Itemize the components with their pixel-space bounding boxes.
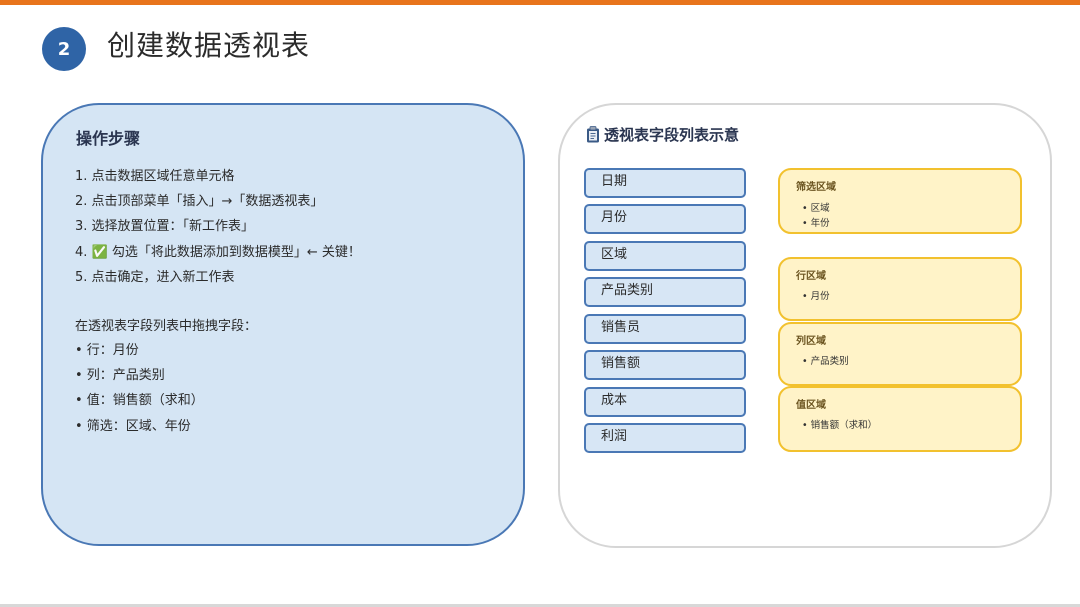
area-title: 列区域 — [796, 336, 826, 347]
drag-intro-text: 在透视表字段列表中拖拽字段： — [75, 319, 258, 334]
diagram-heading-text: 透视表字段列表示意 — [604, 126, 740, 144]
step-item: 5. 点击确定，进入新工作表 — [75, 269, 235, 285]
area-items: • 区域 • 年份 — [802, 201, 830, 231]
step-number-badge: 2 — [42, 27, 86, 71]
steps-list: 1. 点击数据区域任意单元格 2. 点击顶部菜单「插入」→「数据透视表」 3. … — [75, 164, 361, 290]
field-region[interactable]: 区域 — [584, 241, 746, 271]
values-area[interactable]: 值区域 • 销售额（求和） — [778, 386, 1022, 452]
pivot-diagram-panel: 透视表字段列表示意 日期 月份 区域 产品类别 销售员 销售额 成本 利润 筛选… — [558, 103, 1052, 548]
field-sales-amount[interactable]: 销售额 — [584, 350, 746, 380]
area-title: 值区域 — [796, 400, 826, 411]
drag-item: • 值：销售额（求和） — [75, 393, 204, 409]
row-area[interactable]: 行区域 • 月份 — [778, 257, 1022, 321]
column-area[interactable]: 列区域 • 产品类别 — [778, 322, 1022, 386]
area-item: • 年份 — [802, 218, 830, 229]
area-item: • 销售额（求和） — [802, 420, 878, 431]
area-title: 筛选区域 — [796, 182, 836, 193]
steps-heading: 操作步骤 — [76, 129, 141, 148]
field-product-category[interactable]: 产品类别 — [584, 277, 746, 307]
drag-item: • 筛选：区域、年份 — [75, 418, 191, 434]
step-item: 2. 点击顶部菜单「插入」→「数据透视表」 — [75, 194, 324, 210]
diagram-heading: 透视表字段列表示意 — [586, 124, 739, 145]
area-item: • 产品类别 — [802, 356, 849, 367]
step-item: 1. 点击数据区域任意单元格 — [75, 169, 235, 184]
field-month[interactable]: 月份 — [584, 204, 746, 234]
filter-area[interactable]: 筛选区域 • 区域 • 年份 — [778, 168, 1022, 234]
area-items: • 月份 — [802, 289, 830, 304]
drag-item: • 列：产品类别 — [75, 368, 165, 384]
field-date[interactable]: 日期 — [584, 168, 746, 198]
top-accent-bar — [0, 0, 1080, 5]
area-title: 行区域 — [796, 271, 826, 282]
clipboard-icon — [587, 126, 599, 143]
field-salesperson[interactable]: 销售员 — [584, 314, 746, 344]
drag-item: • 行：月份 — [75, 343, 139, 358]
area-items: • 产品类别 — [802, 354, 849, 369]
field-profit[interactable]: 利润 — [584, 423, 746, 453]
drag-list: • 行：月份 • 列：产品类别 • 值：销售额（求和） • 筛选：区域、年份 — [75, 338, 204, 439]
area-item: • 区域 — [802, 203, 830, 214]
area-item: • 月份 — [802, 291, 830, 302]
step-item: 3. 选择放置位置：「新工作表」 — [75, 219, 255, 235]
slide-title: 创建数据透视表 — [107, 29, 311, 62]
area-items: • 销售额（求和） — [802, 418, 877, 433]
steps-panel: 操作步骤 1. 点击数据区域任意单元格 2. 点击顶部菜单「插入」→「数据透视表… — [41, 103, 525, 546]
step-item: 4. ✅ 勾选「将此数据添加到数据模型」← 关键！ — [75, 244, 361, 260]
field-cost[interactable]: 成本 — [584, 387, 746, 417]
